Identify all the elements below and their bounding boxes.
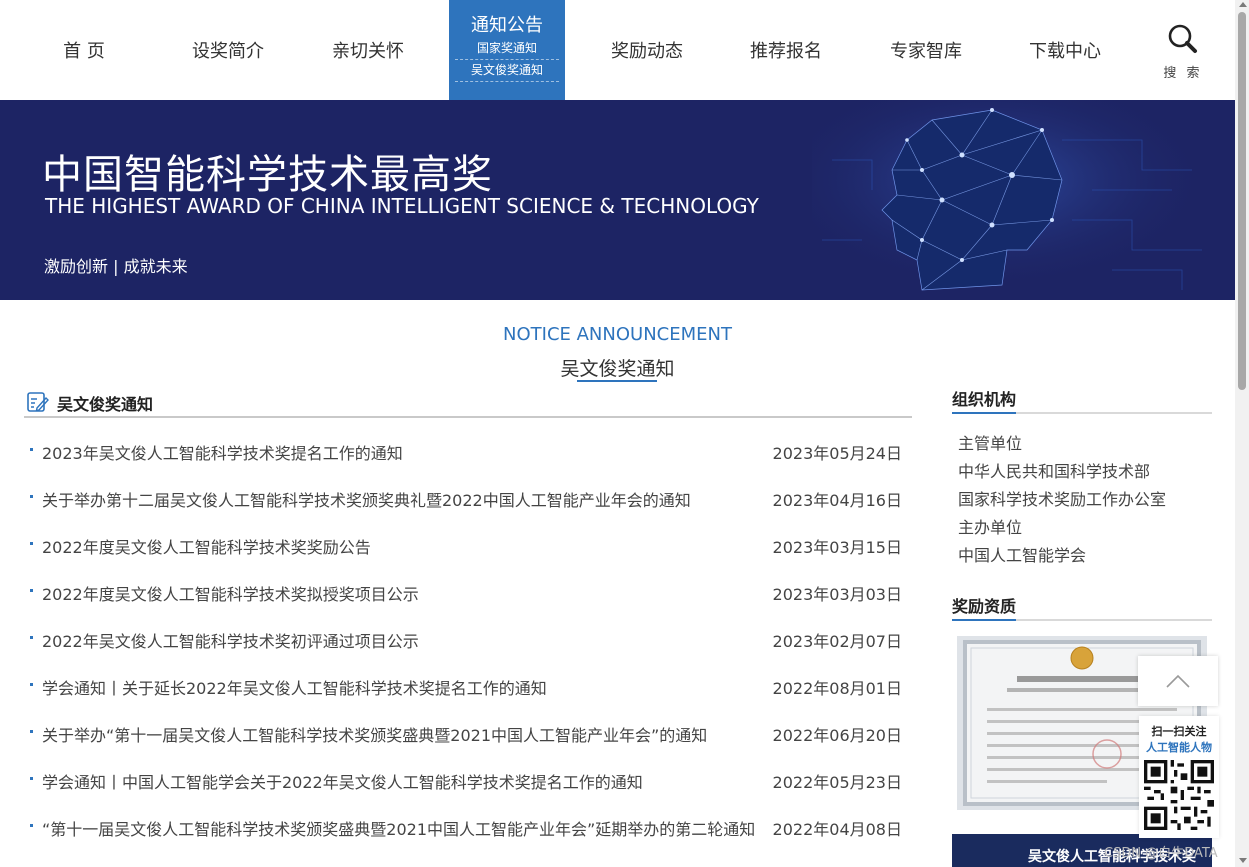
notice-date: 2022年04月08日	[772, 820, 902, 839]
list-item[interactable]: 2023年吴文俊人工智能科学技术奖提名工作的通知 2023年05月24日	[24, 426, 904, 473]
nav-item-nomination[interactable]: 推荐报名	[736, 0, 836, 100]
list-item[interactable]: 关于举办第十二届吴文俊人工智能科学技术奖颁奖典礼暨2022中国人工智能产业年会的…	[24, 473, 904, 520]
list-item[interactable]: 学会通知丨中国人工智能学会关于2022年吴文俊人工智能科学技术奖提名工作的通知 2…	[24, 755, 904, 802]
back-to-top-button[interactable]	[1138, 656, 1218, 706]
search-button[interactable]: 搜 索	[1160, 22, 1206, 81]
notice-date: 2023年02月07日	[772, 632, 902, 651]
scroll-up-arrow-icon[interactable]	[1239, 2, 1247, 7]
nav-item-label: 设奖简介	[192, 41, 264, 62]
nav-sub-wuwenjun[interactable]: 吴文俊奖通知	[455, 60, 559, 82]
bullet-icon	[30, 448, 33, 451]
scrollbar-thumb[interactable]	[1238, 12, 1246, 390]
notice-date: 2023年05月24日	[772, 444, 902, 463]
watermark: CSDN @白牛DATA	[1104, 846, 1218, 861]
list-item[interactable]: 2022年度吴文俊人工智能科学技术奖奖励公告 2023年03月15日	[24, 520, 904, 567]
nav-item-notices[interactable]: 通知公告 国家奖通知 吴文俊奖通知	[449, 0, 565, 100]
nav-item-label: 首 页	[63, 41, 105, 62]
notice-date: 2022年08月01日	[772, 679, 902, 698]
sidebar-qual-title: 奖励资质	[952, 593, 1017, 621]
notice-title[interactable]: 关于举办第十二届吴文俊人工智能科学技术奖颁奖典礼暨2022中国人工智能产业年会的…	[42, 487, 691, 511]
nav-item-downloads[interactable]: 下载中心	[1015, 0, 1115, 100]
banner-slogan: 激励创新 | 成就未来	[44, 257, 188, 276]
list-item[interactable]: 2022年度吴文俊人工智能科学技术奖拟授奖项目公示 2023年03月03日	[24, 567, 904, 614]
chevron-up-icon	[1166, 674, 1190, 688]
qr-account-name: 人工智能人物	[1146, 741, 1212, 754]
org-item[interactable]: 中华人民共和国科学技术部	[958, 458, 1166, 486]
nav-item-label: 奖励动态	[611, 41, 683, 62]
notice-date: 2023年03月03日	[772, 585, 902, 604]
edit-note-icon	[27, 392, 49, 412]
bullet-icon	[30, 730, 33, 733]
nav-item-label: 推荐报名	[750, 41, 822, 62]
top-nav: 首 页 设奖简介 亲切关怀 通知公告 国家奖通知 吴文俊奖通知 奖励动态 推荐报…	[0, 0, 1235, 100]
notice-date: 2023年03月15日	[772, 538, 902, 557]
notice-date: 2023年04月16日	[772, 491, 902, 510]
list-item[interactable]: 2022年吴文俊人工智能科学技术奖初评通过项目公示 2023年02月07日	[24, 614, 904, 661]
list-item[interactable]: 关于举办“第十一届吴文俊人工智能科学技术奖颁奖盛典暨2021中国人工智能产业年会…	[24, 708, 904, 755]
banner-title-cn: 中国智能科学技术最高奖	[42, 152, 493, 198]
bullet-icon	[30, 542, 33, 545]
notice-title[interactable]: 2023年吴文俊人工智能科学技术奖提名工作的通知	[42, 440, 403, 464]
nav-item-experts[interactable]: 专家智库	[876, 0, 976, 100]
qr-caption: 扫一扫关注	[1151, 725, 1207, 738]
hero-banner: 中国智能科学技术最高奖 THE HIGHEST AWARD OF CHINA I…	[0, 100, 1235, 300]
section-underline	[577, 380, 657, 382]
notice-date: 2022年06月20日	[772, 726, 902, 745]
qr-follow-panel: 扫一扫关注 人工智能人物	[1139, 716, 1219, 838]
org-item: 主办单位	[958, 518, 1023, 537]
section-title-cn: 吴文俊奖通知	[560, 358, 675, 380]
scroll-down-arrow-icon[interactable]	[1239, 858, 1247, 863]
list-title: 吴文俊奖通知	[57, 395, 154, 414]
nav-item-about-award[interactable]: 设奖简介	[178, 0, 278, 100]
notice-date: 2022年05月23日	[772, 773, 902, 792]
org-item[interactable]: 中国人工智能学会	[958, 542, 1166, 570]
sidebar-org-header: 组织机构	[952, 386, 1212, 414]
bullet-icon	[30, 589, 33, 592]
nav-item-label: 通知公告	[471, 15, 543, 36]
notice-title[interactable]: 关于举办“第十一届吴文俊人工智能科学技术奖颁奖盛典暨2021中国人工智能产业年会…	[42, 722, 707, 746]
org-item: 主管单位	[958, 434, 1023, 453]
notice-title[interactable]: 2022年度吴文俊人工智能科学技术奖拟授奖项目公示	[42, 581, 419, 605]
org-list: 主管单位 中华人民共和国科学技术部 国家科学技术奖励工作办公室 主办单位 中国人…	[958, 430, 1166, 570]
nav-item-care[interactable]: 亲切关怀	[318, 0, 418, 100]
sidebar-qual-header: 奖励资质	[952, 593, 1212, 621]
nav-item-label: 专家智库	[890, 41, 962, 62]
banner-title-en: THE HIGHEST AWARD OF CHINA INTELLIGENT S…	[45, 194, 759, 218]
section-title-en: NOTICE ANNOUNCEMENT	[503, 324, 732, 345]
qr-code-image	[1144, 760, 1214, 830]
list-item[interactable]: “第十一届吴文俊人工智能科学技术奖颁奖盛典暨2021中国人工智能产业年会”延期举…	[24, 802, 904, 849]
bullet-icon	[30, 683, 33, 686]
list-header: 吴文俊奖通知	[24, 388, 912, 418]
notice-title[interactable]: 2022年度吴文俊人工智能科学技术奖奖励公告	[42, 534, 371, 558]
nav-item-label: 亲切关怀	[332, 41, 404, 62]
notice-title[interactable]: 2022年吴文俊人工智能科学技术奖初评通过项目公示	[42, 628, 419, 652]
nav-item-home[interactable]: 首 页	[34, 0, 134, 100]
notice-list: 2023年吴文俊人工智能科学技术奖提名工作的通知 2023年05月24日 关于举办…	[24, 426, 904, 849]
nav-item-news[interactable]: 奖励动态	[597, 0, 697, 100]
notice-title[interactable]: 学会通知丨中国人工智能学会关于2022年吴文俊人工智能科学技术奖提名工作的通知	[42, 769, 643, 793]
notice-title[interactable]: “第十一届吴文俊人工智能科学技术奖颁奖盛典暨2021中国人工智能产业年会”延期举…	[42, 816, 755, 840]
ai-head-illustration	[812, 100, 1212, 300]
nav-item-label: 下载中心	[1029, 41, 1101, 62]
search-label: 搜 索	[1163, 66, 1203, 81]
bullet-icon	[30, 824, 33, 827]
bullet-icon	[30, 777, 33, 780]
bullet-icon	[30, 495, 33, 498]
nav-sub-national[interactable]: 国家奖通知	[455, 38, 559, 60]
notice-title[interactable]: 学会通知丨关于延长2022年吴文俊人工智能科学技术奖提名工作的通知	[42, 675, 547, 699]
org-item[interactable]: 国家科学技术奖励工作办公室	[958, 486, 1166, 514]
magnifier-icon	[1168, 24, 1197, 53]
sidebar-org-title: 组织机构	[952, 386, 1017, 414]
list-item[interactable]: 学会通知丨关于延长2022年吴文俊人工智能科学技术奖提名工作的通知 2022年08…	[24, 661, 904, 708]
bullet-icon	[30, 636, 33, 639]
